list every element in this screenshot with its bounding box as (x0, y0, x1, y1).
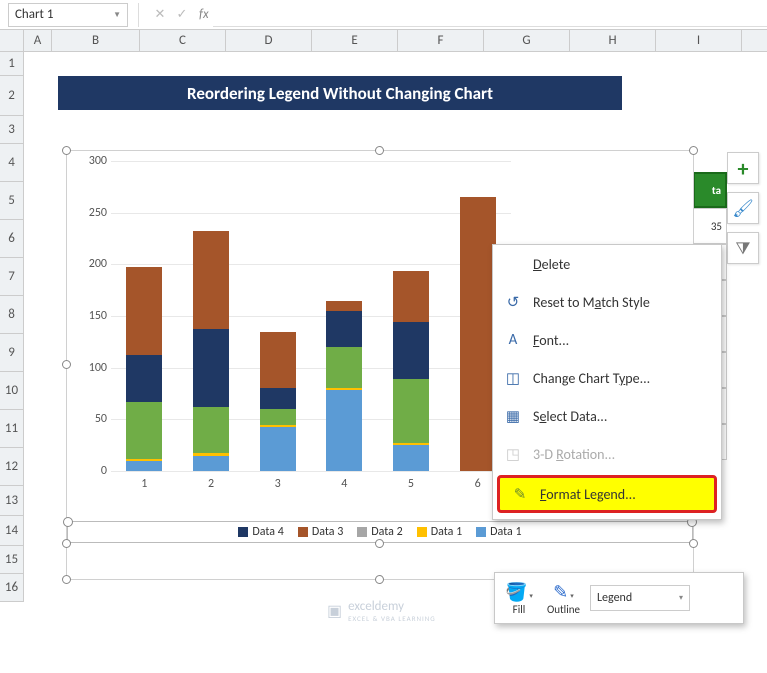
outline-button[interactable]: ✎▾ Outline (543, 579, 584, 618)
menu-format-legend[interactable]: ✎ Format Legend... (497, 475, 717, 513)
select-all-corner[interactable] (0, 30, 24, 51)
col-header[interactable]: F (398, 30, 484, 51)
row-header[interactable]: 15 (0, 546, 23, 574)
row-header[interactable]: 2 (0, 76, 23, 116)
column-headers: A B C D E F G H I (0, 30, 767, 52)
funnel-icon: ⧩ (735, 238, 750, 259)
row-header[interactable]: 12 (0, 448, 23, 486)
name-box-value: Chart 1 (15, 7, 53, 22)
cancel-icon[interactable]: ✕ (149, 7, 171, 22)
data-header[interactable]: ta (693, 172, 727, 208)
menu-change-chart-type[interactable]: ◫ Change Chart Type... (493, 359, 721, 397)
chevron-down-icon: ▾ (679, 593, 683, 603)
fill-button[interactable]: 🪣▾ Fill (501, 579, 537, 618)
data-cell[interactable]: 35 (693, 208, 727, 244)
bar[interactable] (193, 231, 229, 471)
name-box[interactable]: Chart 1 ▼ (8, 3, 128, 27)
col-header[interactable]: I (656, 30, 742, 51)
chart-styles-button[interactable]: 🖌 (727, 192, 759, 224)
resize-handle[interactable] (62, 146, 71, 155)
mini-toolbar: 🪣▾ Fill ✎▾ Outline Legend ▾ (494, 572, 744, 624)
col-header[interactable]: H (570, 30, 656, 51)
bar[interactable] (260, 332, 296, 471)
menu-delete[interactable]: Delete (493, 245, 721, 283)
fx-icon[interactable]: fx (199, 7, 209, 22)
bar[interactable] (393, 271, 429, 471)
row-header[interactable]: 10 (0, 372, 23, 410)
chart-side-buttons: + 🖌 ⧩ (727, 152, 761, 272)
resize-handle[interactable] (62, 575, 71, 584)
resize-handle[interactable] (375, 146, 384, 155)
page-title: Reordering Legend Without Changing Chart (58, 76, 622, 110)
resize-handle[interactable] (375, 539, 384, 548)
legend-item[interactable]: Data 2 (357, 525, 402, 539)
reset-icon: ↺ (503, 293, 523, 312)
x-axis: 123456 (111, 477, 511, 491)
col-header[interactable]: E (312, 30, 398, 51)
legend-item[interactable]: Data 4 (238, 525, 283, 539)
brush-icon: 🖌 (732, 198, 754, 219)
row-header[interactable]: 7 (0, 258, 23, 296)
paint-bucket-icon: 🪣▾ (505, 581, 533, 603)
plot-area[interactable]: 050100150200250300 123456 (111, 161, 511, 471)
font-icon: A (503, 331, 523, 349)
col-header[interactable]: G (484, 30, 570, 51)
row-header[interactable]: 16 (0, 574, 23, 602)
row-header[interactable]: 3 (0, 116, 23, 144)
divider (138, 3, 139, 27)
col-header[interactable]: A (24, 30, 52, 51)
formula-input[interactable] (213, 3, 767, 27)
col-header[interactable]: B (52, 30, 140, 51)
row-header[interactable]: 1 (0, 52, 23, 76)
chart-element-dropdown[interactable]: Legend ▾ (590, 585, 690, 611)
pen-icon: ✎▾ (553, 581, 574, 603)
menu-reset-style[interactable]: ↺ Reset to Match Style (493, 283, 721, 321)
bar[interactable] (326, 301, 362, 471)
chart-elements-button[interactable]: + (727, 152, 759, 184)
menu-select-data[interactable]: ▦ Select Data... (493, 397, 721, 435)
chart-type-icon: ◫ (503, 369, 523, 388)
legend-item[interactable]: Data 1 (476, 525, 521, 539)
menu-3d-rotation: ◳ 3-D Rotation... (493, 435, 721, 473)
resize-handle[interactable] (62, 539, 71, 548)
y-axis: 050100150200250300 (75, 161, 109, 471)
row-header[interactable]: 11 (0, 410, 23, 448)
row-headers: 1 2 3 4 5 6 7 8 9 10 11 12 13 14 15 16 (0, 52, 24, 602)
resize-handle[interactable] (62, 360, 71, 369)
format-icon: ✎ (510, 485, 530, 504)
chart-filters-button[interactable]: ⧩ (727, 232, 759, 264)
col-header[interactable]: C (140, 30, 226, 51)
bars[interactable] (111, 161, 511, 471)
row-header[interactable]: 14 (0, 516, 23, 546)
bar[interactable] (460, 197, 496, 471)
resize-handle[interactable] (375, 575, 384, 584)
select-data-icon: ▦ (503, 407, 523, 426)
cell-area[interactable]: Reordering Legend Without Changing Chart… (24, 52, 767, 602)
bar[interactable] (126, 267, 162, 471)
cube-icon: ◳ (503, 445, 523, 464)
resize-handle[interactable] (689, 539, 698, 548)
resize-handle[interactable] (689, 146, 698, 155)
row-header[interactable]: 8 (0, 296, 23, 334)
watermark: ▣ exceldemy EXCEL & VBA LEARNING (327, 599, 436, 623)
legend-item[interactable]: Data 3 (298, 525, 343, 539)
legend-item[interactable]: Data 1 (417, 525, 462, 539)
plus-icon: + (738, 155, 749, 182)
row-header[interactable]: 5 (0, 182, 23, 220)
formula-bar: Chart 1 ▼ ✕ ✓ fx (0, 0, 767, 30)
menu-font[interactable]: A Font... (493, 321, 721, 359)
col-header[interactable]: D (226, 30, 312, 51)
chevron-down-icon: ▼ (113, 10, 121, 20)
row-header[interactable]: 9 (0, 334, 23, 372)
row-header[interactable]: 13 (0, 486, 23, 516)
enter-icon[interactable]: ✓ (171, 7, 193, 22)
context-menu: Delete ↺ Reset to Match Style A Font... … (492, 244, 722, 520)
row-header[interactable]: 6 (0, 220, 23, 258)
row-header[interactable]: 4 (0, 144, 23, 182)
